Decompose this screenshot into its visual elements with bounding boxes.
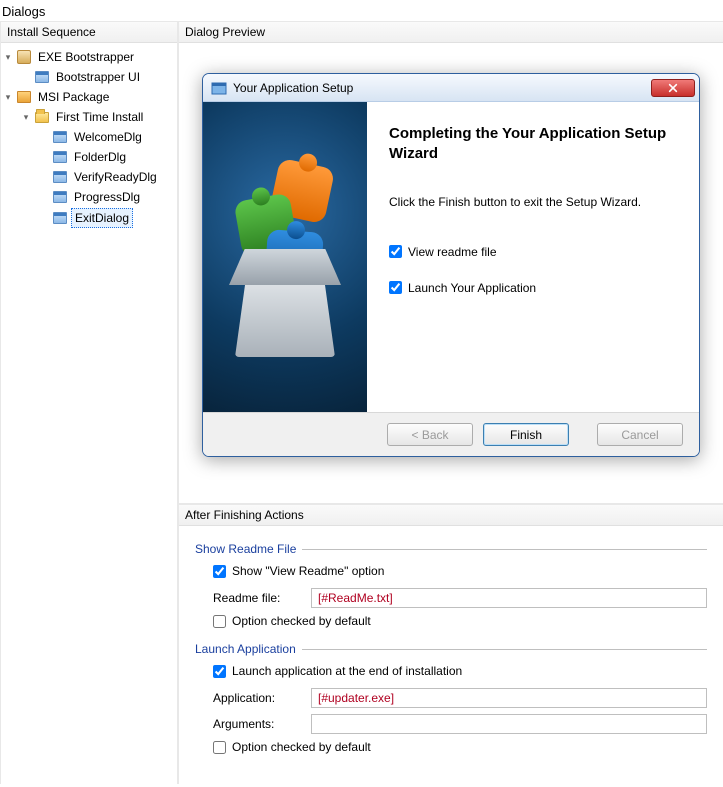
show-readme-option-checkbox[interactable] bbox=[213, 565, 226, 578]
tree-label: MSI Package bbox=[35, 88, 112, 106]
expand-icon[interactable]: ▾ bbox=[3, 49, 13, 65]
tree-label: WelcomeDlg bbox=[71, 128, 145, 146]
dialog-icon bbox=[52, 149, 68, 165]
tree-label: EXE Bootstrapper bbox=[35, 48, 137, 66]
readme-file-input[interactable] bbox=[311, 588, 707, 608]
launch-checked-default-row[interactable]: Option checked by default bbox=[213, 740, 707, 754]
launch-application-group-title: Launch Application bbox=[195, 642, 707, 656]
dialog-preview-header: Dialog Preview bbox=[179, 22, 723, 43]
view-readme-checkbox-row[interactable]: View readme file bbox=[389, 245, 677, 259]
tree-item-exe-bootstrapper[interactable]: ▾ EXE Bootstrapper bbox=[3, 47, 175, 67]
install-sequence-header: Install Sequence bbox=[1, 22, 177, 43]
dialog-titlebar[interactable]: Your Application Setup bbox=[203, 74, 699, 102]
expand-icon[interactable]: ▾ bbox=[21, 109, 31, 125]
view-readme-label: View readme file bbox=[408, 245, 497, 259]
install-sequence-tree[interactable]: ▾ EXE Bootstrapper Bootstrapper UI ▾ MSI… bbox=[1, 43, 177, 233]
tree-item-welcomedlg[interactable]: WelcomeDlg bbox=[3, 127, 175, 147]
readme-file-label: Readme file: bbox=[213, 591, 305, 605]
readme-checked-default-checkbox[interactable] bbox=[213, 615, 226, 628]
dialog-footer: < Back Finish Cancel bbox=[203, 412, 699, 456]
dialog-title: Your Application Setup bbox=[233, 81, 651, 95]
arguments-input[interactable] bbox=[311, 714, 707, 734]
tree-label: FolderDlg bbox=[71, 148, 129, 166]
dialog-body: Completing the Your Application Setup Wi… bbox=[203, 102, 699, 412]
tree-item-folderdlg[interactable]: FolderDlg bbox=[3, 147, 175, 167]
tree-label: First Time Install bbox=[53, 108, 146, 126]
arguments-row: Arguments: bbox=[213, 714, 707, 734]
launch-app-checkbox-row[interactable]: Launch Your Application bbox=[389, 281, 677, 295]
close-button[interactable] bbox=[651, 79, 695, 97]
tree-item-first-time-install[interactable]: ▾ First Time Install bbox=[3, 107, 175, 127]
after-finishing-actions-section: After Finishing Actions Show Readme File… bbox=[179, 505, 723, 780]
application-label: Application: bbox=[213, 691, 305, 705]
launch-at-end-label: Launch application at the end of install… bbox=[232, 664, 462, 678]
launch-checked-default-checkbox[interactable] bbox=[213, 741, 226, 754]
tree-label: Bootstrapper UI bbox=[53, 68, 143, 86]
package-icon bbox=[16, 49, 32, 65]
tree-label: VerifyReadyDlg bbox=[71, 168, 160, 186]
dialog-banner bbox=[203, 102, 367, 412]
dialog-icon bbox=[52, 129, 68, 145]
show-readme-option-row[interactable]: Show "View Readme" option bbox=[213, 564, 707, 578]
install-sequence-panel: Install Sequence ▾ EXE Bootstrapper Boot… bbox=[1, 22, 179, 784]
cancel-button[interactable]: Cancel bbox=[597, 423, 683, 446]
dialog-heading: Completing the Your Application Setup Wi… bbox=[389, 124, 677, 165]
application-input[interactable] bbox=[311, 688, 707, 708]
dialog-icon bbox=[52, 169, 68, 185]
arguments-label: Arguments: bbox=[213, 717, 305, 731]
launch-checked-default-label: Option checked by default bbox=[232, 740, 371, 754]
dialog-icon bbox=[52, 210, 68, 226]
banner-graphic bbox=[220, 157, 350, 357]
show-readme-option-label: Show "View Readme" option bbox=[232, 564, 384, 578]
launch-at-end-checkbox[interactable] bbox=[213, 665, 226, 678]
readme-checked-default-label: Option checked by default bbox=[232, 614, 371, 628]
dialog-icon bbox=[34, 69, 50, 85]
right-panel: Dialog Preview Your Application Setup bbox=[179, 22, 723, 784]
tree-item-exitdialog[interactable]: ExitDialog bbox=[3, 207, 175, 229]
tree-label: ExitDialog bbox=[71, 208, 133, 228]
dialog-icon bbox=[52, 189, 68, 205]
tree-item-verifyreadydlg[interactable]: VerifyReadyDlg bbox=[3, 167, 175, 187]
show-readme-group-title: Show Readme File bbox=[195, 542, 707, 556]
tree-item-msi-package[interactable]: ▾ MSI Package bbox=[3, 87, 175, 107]
expand-icon[interactable]: ▾ bbox=[3, 89, 13, 105]
application-row: Application: bbox=[213, 688, 707, 708]
main-layout: Install Sequence ▾ EXE Bootstrapper Boot… bbox=[0, 21, 723, 784]
launch-at-end-row[interactable]: Launch application at the end of install… bbox=[213, 664, 707, 678]
page-title: Dialogs bbox=[0, 0, 723, 21]
dialog-body-text: Click the Finish button to exit the Setu… bbox=[389, 195, 677, 209]
dialog-preview-area: Your Application Setup bbox=[179, 43, 723, 503]
back-button[interactable]: < Back bbox=[387, 423, 473, 446]
dialog-content: Completing the Your Application Setup Wi… bbox=[367, 102, 699, 412]
launch-app-checkbox[interactable] bbox=[389, 281, 402, 294]
app-icon bbox=[211, 80, 227, 96]
dialog-window-shadow: Your Application Setup bbox=[202, 73, 700, 457]
tree-item-bootstrapper-ui[interactable]: Bootstrapper UI bbox=[3, 67, 175, 87]
readme-checked-default-row[interactable]: Option checked by default bbox=[213, 614, 707, 628]
folder-icon bbox=[34, 109, 50, 125]
tree-item-progressdlg[interactable]: ProgressDlg bbox=[3, 187, 175, 207]
view-readme-checkbox[interactable] bbox=[389, 245, 402, 258]
tree-label: ProgressDlg bbox=[71, 188, 143, 206]
after-finishing-actions-header: After Finishing Actions bbox=[179, 505, 723, 526]
finish-button[interactable]: Finish bbox=[483, 423, 569, 446]
dialog-window: Your Application Setup bbox=[202, 73, 700, 457]
readme-file-row: Readme file: bbox=[213, 588, 707, 608]
after-finishing-actions-body: Show Readme File Show "View Readme" opti… bbox=[179, 526, 723, 780]
launch-app-label: Launch Your Application bbox=[408, 281, 536, 295]
dialog-preview-section: Dialog Preview Your Application Setup bbox=[179, 22, 723, 505]
package-icon bbox=[16, 89, 32, 105]
